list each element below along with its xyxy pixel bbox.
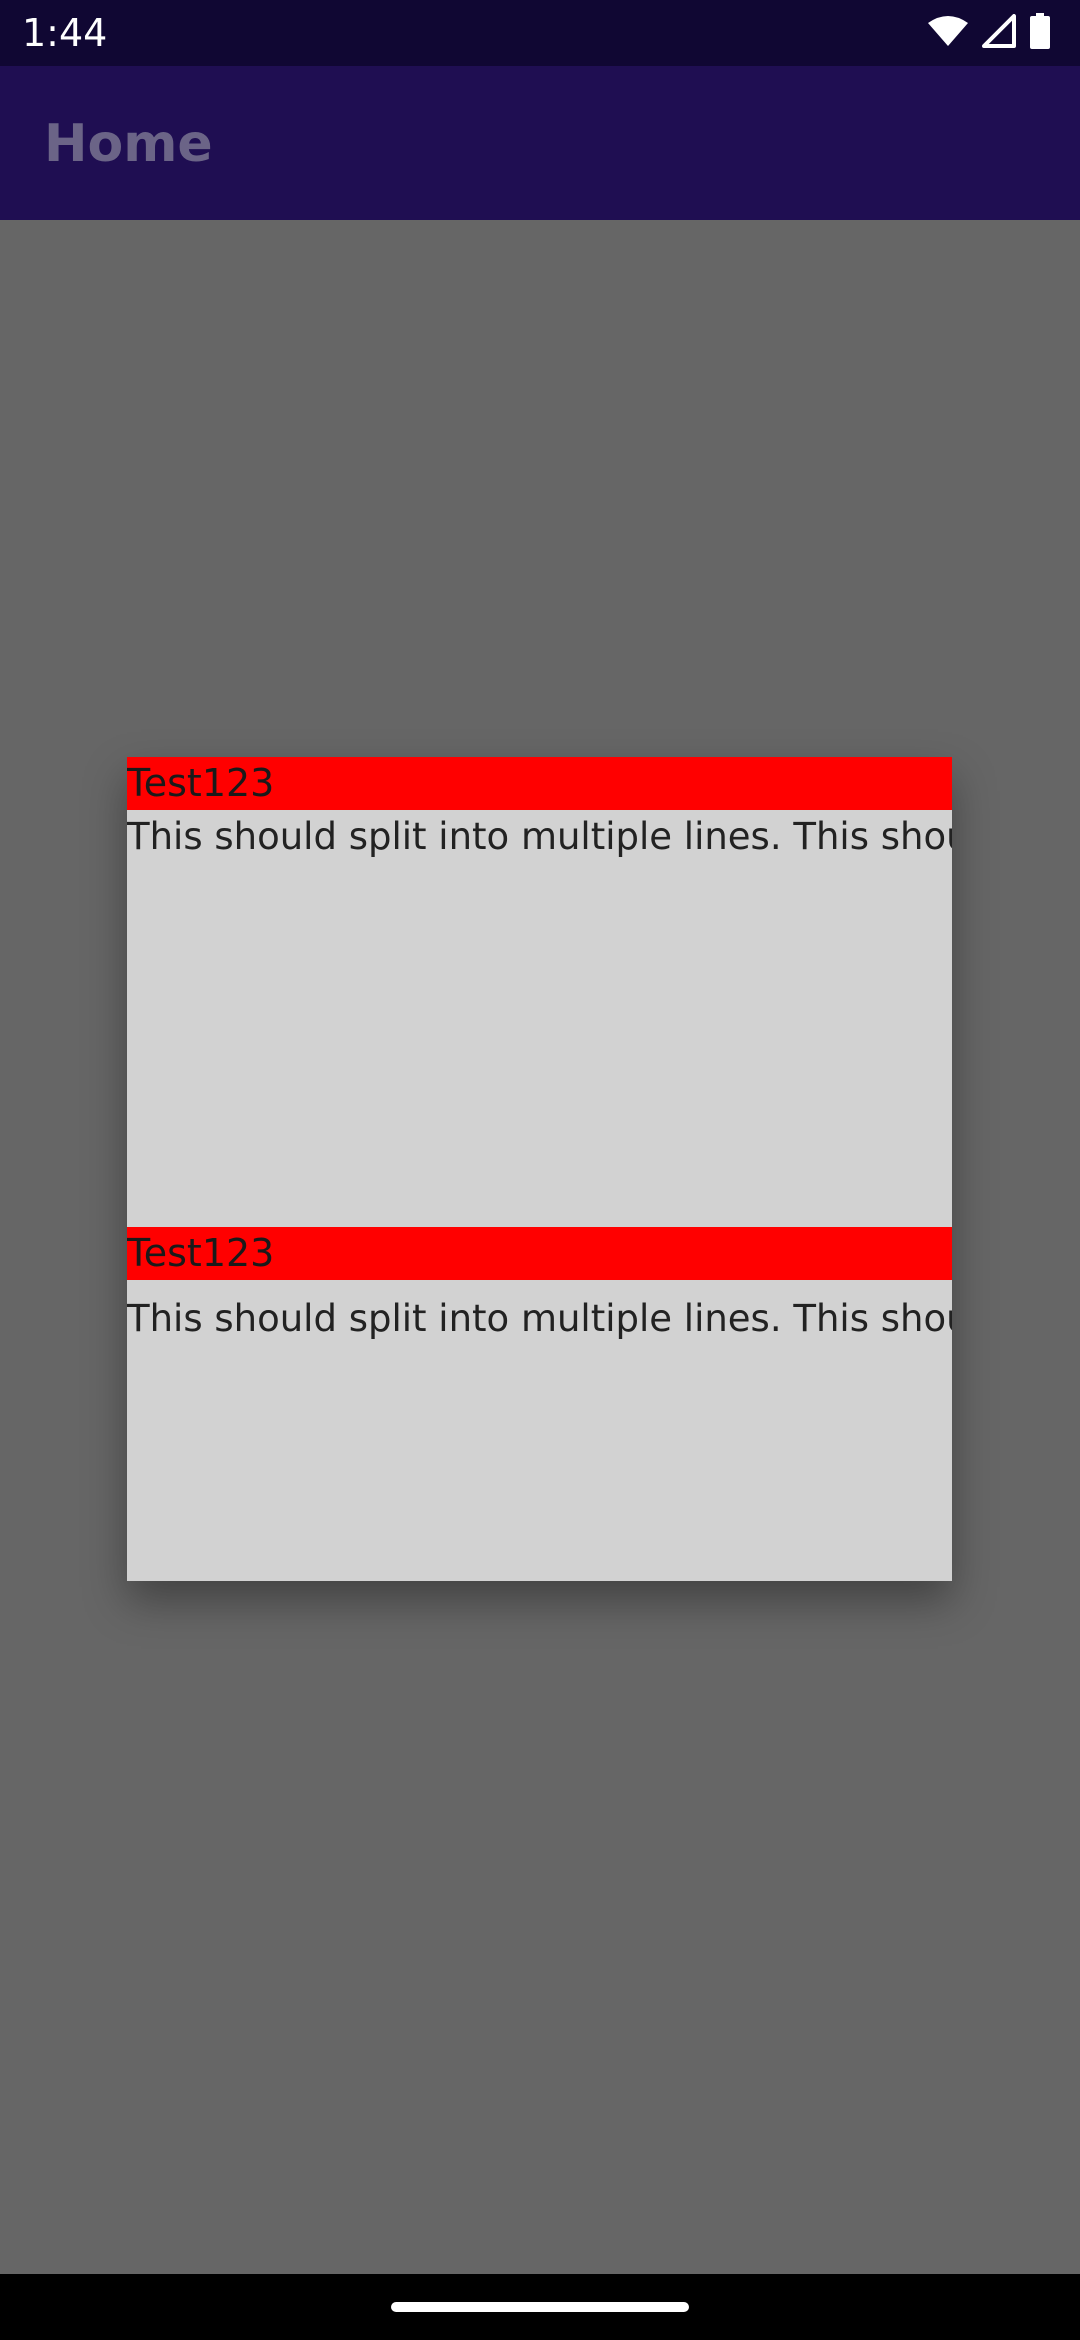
wifi-icon [928, 15, 968, 51]
home-indicator[interactable] [391, 2302, 689, 2312]
list-item: Test123 This should split into multiple … [127, 757, 952, 1227]
dialog: Test123 This should split into multiple … [127, 757, 952, 1581]
item-body: This should split into multiple lines. T… [127, 815, 952, 858]
list-item: Test123 This should split into multiple … [127, 1227, 952, 1581]
app-bar: Home [0, 66, 1080, 220]
status-icons [928, 13, 1050, 53]
item-header: Test123 [127, 1227, 952, 1280]
status-bar: 1:44 [0, 0, 1080, 66]
item-header: Test123 [127, 757, 952, 810]
status-time: 1:44 [22, 11, 108, 55]
item-body: This should split into multiple lines. T… [127, 1297, 952, 1340]
navigation-bar [0, 2274, 1080, 2340]
page-title: Home [44, 114, 213, 174]
cell-signal-icon [982, 14, 1016, 52]
battery-icon [1030, 13, 1050, 53]
